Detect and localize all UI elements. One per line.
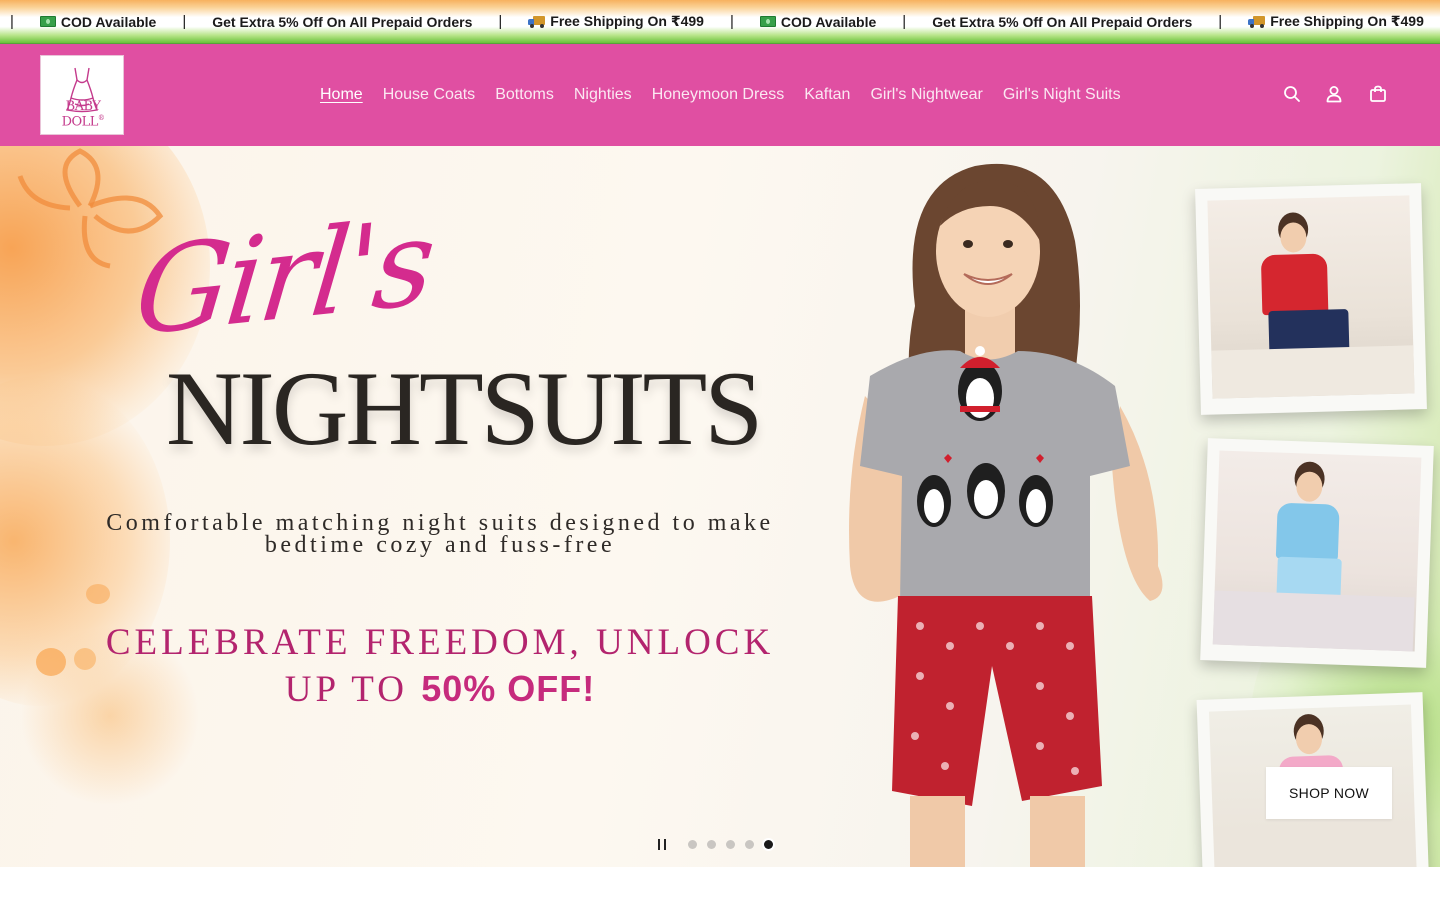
nav-item-kaftan[interactable]: Kaftan	[804, 86, 850, 104]
model-photo	[849, 163, 1163, 867]
pause-icon[interactable]	[650, 834, 674, 854]
search-icon[interactable]	[1282, 84, 1302, 104]
announcement-text: Free Shipping On ₹499	[550, 13, 704, 29]
hero-title-script: Girl's	[129, 191, 438, 363]
truck-icon	[1248, 15, 1266, 28]
hero-subtitle-line: Comfortable matching night suits designe…	[106, 510, 774, 536]
slide-dot-5[interactable]	[764, 839, 773, 849]
cart-icon[interactable]	[1368, 84, 1388, 104]
announcement-item: Free Shipping On ₹499	[528, 13, 704, 30]
polaroid-photo-blue	[1200, 438, 1434, 668]
watercolor-splash	[86, 584, 110, 604]
hero-subtitle: Comfortable matching night suits designe…	[60, 510, 820, 558]
announcement-track: | COD Available | Get Extra 5% Off On Al…	[0, 0, 1424, 43]
site-header: BABY DOLL® Home House Coats Bottoms Nigh…	[0, 43, 1440, 146]
announcement-item: Get Extra 5% Off On All Prepaid Orders	[212, 14, 472, 30]
slide-dot-3[interactable]	[726, 839, 735, 849]
slideshow-controls	[650, 834, 783, 854]
announcement-separator: |	[902, 13, 907, 30]
announcement-bar: | COD Available | Get Extra 5% Off On Al…	[0, 0, 1440, 43]
promo-line: UP TO 50% OFF!	[284, 668, 596, 710]
truck-icon	[528, 15, 546, 28]
announcement-item: COD Available	[39, 13, 157, 30]
account-icon[interactable]	[1324, 84, 1344, 104]
hero-subtitle-line: bedtime cozy and fuss-free	[264, 532, 616, 558]
announcement-text: COD Available	[780, 13, 877, 30]
announcement-item: Get Extra 5% Off On All Prepaid Orders	[932, 14, 1192, 30]
polaroid-photo-red	[1195, 183, 1427, 415]
hero-banner: Girl's NIGHTSUITS Comfortable matching n…	[0, 146, 1440, 867]
main-nav: Home House Coats Bottoms Nighties Honeym…	[320, 44, 1141, 145]
announcement-separator: |	[10, 13, 14, 30]
announcement-text: Get Extra 5% Off On All Prepaid Orders	[932, 13, 1193, 30]
hero-promo: CELEBRATE FREEDOM, UNLOCK UP TO 50% OFF!	[100, 620, 780, 713]
promo-discount: 50% OFF!	[421, 668, 596, 709]
nav-item-nighties[interactable]: Nighties	[574, 86, 632, 104]
nav-item-girls-night-suits[interactable]: Girl's Night Suits	[1003, 86, 1121, 104]
announcement-separator: |	[1218, 13, 1223, 30]
nav-item-home[interactable]: Home	[320, 86, 363, 104]
watercolor-splash	[36, 648, 66, 676]
nav-item-house-coats[interactable]: House Coats	[383, 86, 476, 104]
nav-item-girls-nightwear[interactable]: Girl's Nightwear	[870, 86, 982, 104]
watercolor-splash	[74, 648, 96, 670]
announcement-separator: |	[729, 13, 734, 30]
slide-dot-1[interactable]	[688, 839, 697, 849]
announcement-text: Get Extra 5% Off On All Prepaid Orders	[212, 13, 473, 30]
nav-item-bottoms[interactable]: Bottoms	[495, 86, 554, 104]
shop-now-button[interactable]: SHOP NOW	[1266, 767, 1392, 819]
slide-dot-2[interactable]	[707, 839, 716, 849]
nav-item-honeymoon-dress[interactable]: Honeymoon Dress	[652, 86, 785, 104]
cash-icon	[759, 16, 776, 27]
promo-line: CELEBRATE FREEDOM, UNLOCK	[105, 622, 775, 663]
announcement-separator: |	[182, 13, 187, 30]
brand-logo[interactable]: BABY DOLL®	[40, 55, 124, 135]
cash-icon	[39, 16, 56, 27]
announcement-item: COD Available	[759, 13, 877, 30]
slide-dot-4[interactable]	[745, 839, 754, 849]
announcement-separator: |	[498, 13, 503, 30]
announcement-text: COD Available	[60, 13, 157, 30]
logo-text: BABY DOLL®	[61, 98, 105, 129]
hero-title-main: NIGHTSUITS	[166, 350, 763, 467]
announcement-text: Free Shipping On ₹499	[1270, 13, 1424, 29]
announcement-item: Free Shipping On ₹499	[1248, 13, 1424, 30]
